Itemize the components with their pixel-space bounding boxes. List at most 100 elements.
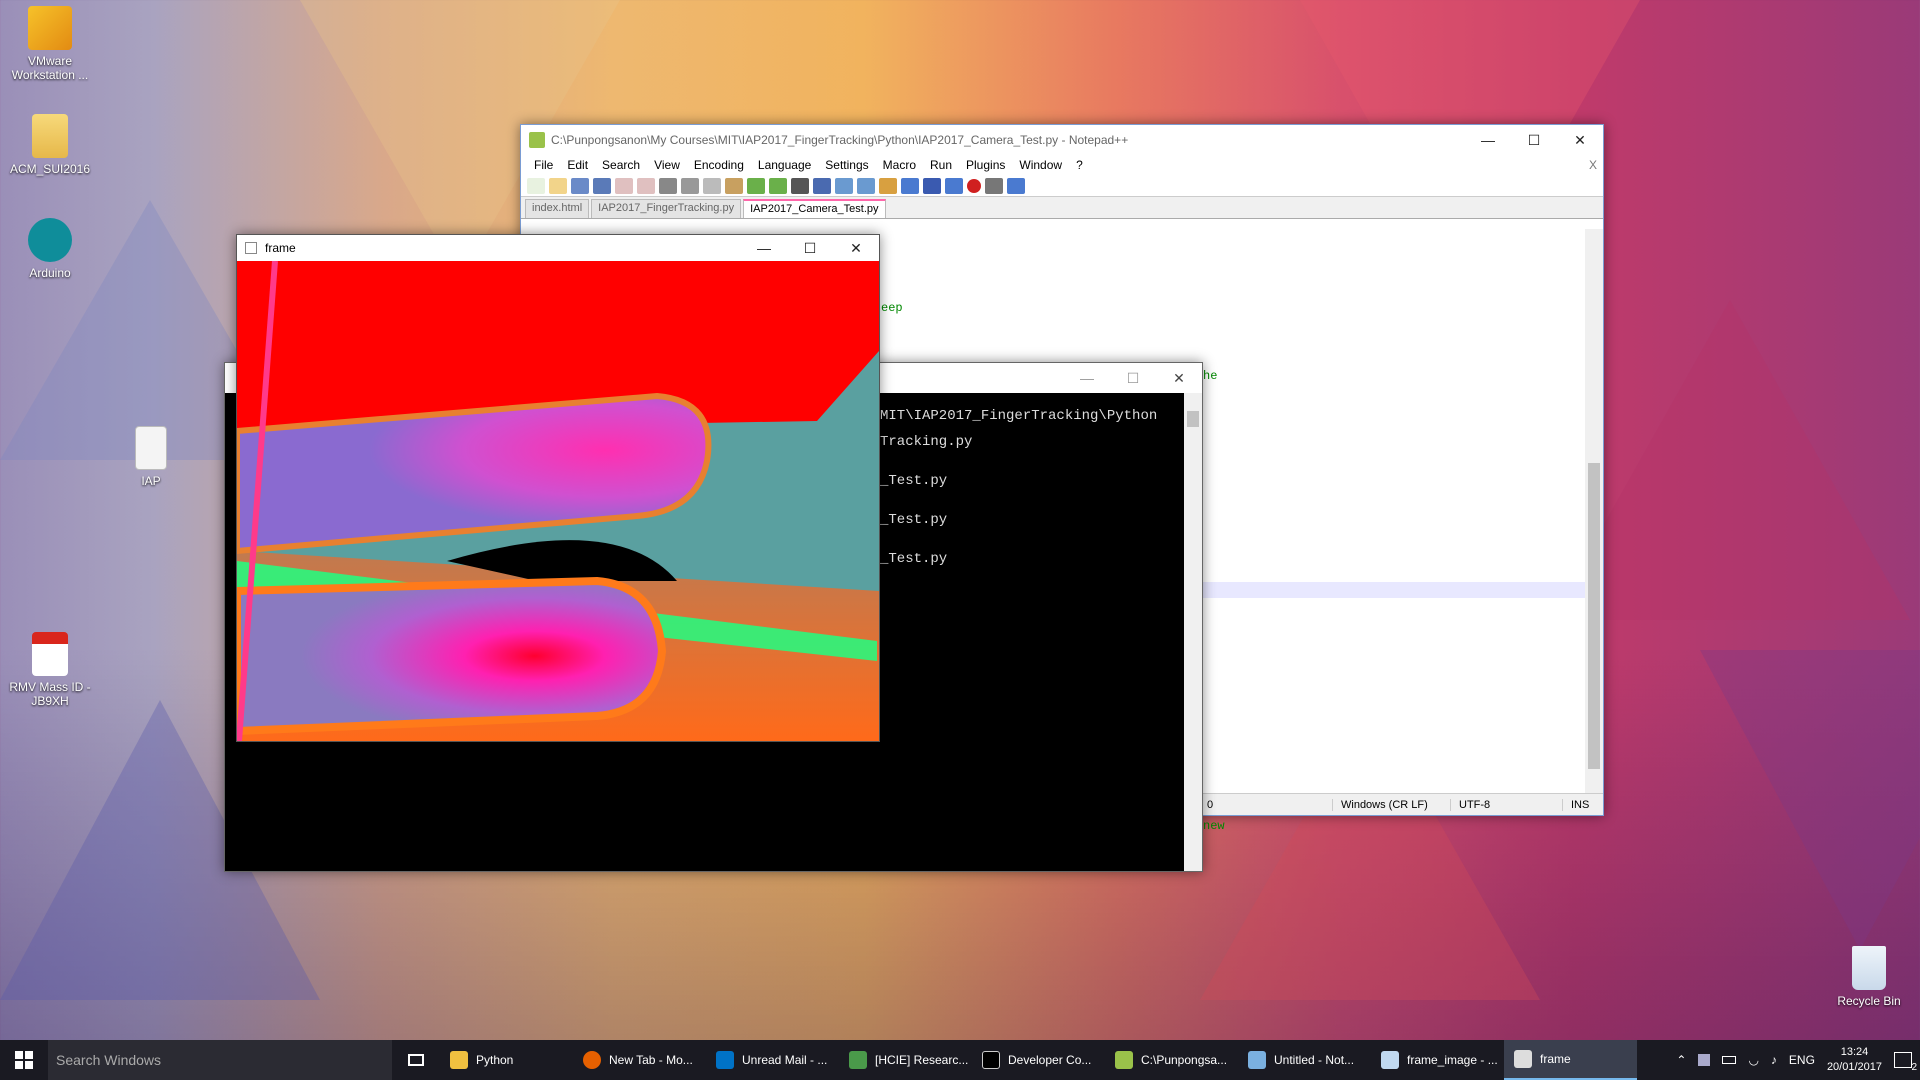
scrollbar-thumb[interactable] [1187, 411, 1199, 427]
input-language[interactable]: ENG [1789, 1053, 1815, 1067]
desktop-icon-pdf[interactable]: RMV Mass ID - JB9XH [5, 632, 95, 708]
menu-settings[interactable]: Settings [818, 158, 875, 172]
desktop-icon-iap[interactable]: IAP [106, 426, 196, 488]
taskbar-item-hcie[interactable]: [HCIE] Researc... [839, 1040, 972, 1080]
maximize-button[interactable]: ☐ [787, 235, 833, 261]
taskbar-item-firefox[interactable]: New Tab - Mo... [573, 1040, 706, 1080]
desktop-icon-arduino[interactable]: Arduino [5, 218, 95, 280]
find-icon[interactable] [791, 177, 809, 194]
copy-icon[interactable] [703, 177, 721, 194]
taskbar-item-paint[interactable]: frame_image - ... [1371, 1040, 1504, 1080]
menu-view[interactable]: View [647, 158, 687, 172]
minimize-button[interactable]: — [1465, 125, 1511, 155]
save-icon[interactable] [571, 177, 589, 194]
stop-macro-icon[interactable] [985, 177, 1003, 194]
taskbar-item-label: Python [476, 1053, 514, 1067]
chevron-up-icon[interactable]: ⌃ [1676, 1053, 1686, 1067]
menu-help[interactable]: ? [1069, 158, 1090, 172]
taskbar-item-label: Unread Mail - ... [742, 1053, 828, 1067]
minimize-button[interactable]: — [1064, 363, 1110, 393]
record-macro-icon[interactable] [967, 178, 981, 193]
taskbar: Search Windows Python New Tab - Mo... Un… [0, 1040, 1920, 1080]
menu-edit[interactable]: Edit [560, 158, 595, 172]
undo-icon[interactable] [747, 177, 765, 194]
taskbar-item-developer-console[interactable]: Developer Co... [972, 1040, 1105, 1080]
tab-index-html[interactable]: index.html [525, 199, 590, 218]
action-center-icon[interactable]: 2 [1894, 1052, 1917, 1073]
close-all-icon[interactable] [637, 177, 655, 194]
console-line: Tracking.py [880, 434, 973, 450]
save-all-icon[interactable] [593, 177, 611, 194]
system-tray: ⌃ ◡ ♪ ENG 13:24 20/01/2017 2 [1676, 1045, 1920, 1075]
open-file-icon[interactable] [549, 177, 567, 194]
maximize-button[interactable]: ☐ [1110, 363, 1156, 393]
battery-icon[interactable] [1722, 1056, 1737, 1064]
menu-run[interactable]: Run [923, 158, 959, 172]
desktop-icon-acm[interactable]: ACM_SUI2016 [5, 114, 95, 176]
toolbar [521, 175, 1603, 197]
frame-window[interactable]: frame — ☐ ✕ [236, 234, 880, 742]
print-icon[interactable] [659, 177, 677, 194]
folder-icon [32, 114, 68, 158]
close-button[interactable]: ✕ [833, 235, 879, 261]
play-macro-icon[interactable] [1007, 177, 1025, 194]
menu-search[interactable]: Search [595, 158, 647, 172]
taskbar-item-notepad[interactable]: Untitled - Not... [1238, 1040, 1371, 1080]
word-wrap-icon[interactable] [901, 177, 919, 194]
console-scrollbar[interactable] [1184, 393, 1202, 871]
close-button[interactable]: ✕ [1557, 125, 1603, 155]
wifi-icon[interactable]: ◡ [1748, 1053, 1758, 1067]
close-button[interactable]: ✕ [1156, 363, 1202, 393]
redo-icon[interactable] [769, 177, 787, 194]
dropbox-icon[interactable] [1698, 1054, 1711, 1066]
window-title: C:\Punpongsanon\My Courses\MIT\IAP2017_F… [551, 133, 1129, 147]
desktop-icon-vmware[interactable]: VMware Workstation ... [5, 6, 95, 82]
close-icon[interactable] [615, 177, 633, 194]
taskbar-item-outlook[interactable]: Unread Mail - ... [706, 1040, 839, 1080]
tab-camera-test[interactable]: IAP2017_Camera_Test.py [743, 199, 886, 218]
close-document-button[interactable]: X [1582, 158, 1603, 172]
new-file-icon[interactable] [527, 177, 545, 194]
cut-icon[interactable] [681, 177, 699, 194]
indent-guide-icon[interactable] [945, 177, 963, 194]
taskbar-item-python[interactable]: Python [440, 1040, 573, 1080]
scrollbar-thumb[interactable] [1588, 463, 1600, 769]
menu-plugins[interactable]: Plugins [959, 158, 1012, 172]
taskbar-item-label: C:\Punpongsa... [1141, 1053, 1228, 1067]
menu-bar: File Edit Search View Encoding Language … [521, 155, 1603, 175]
volume-icon[interactable]: ♪ [1771, 1053, 1777, 1067]
frame-titlebar[interactable]: frame — ☐ ✕ [237, 235, 879, 261]
taskbar-item-label: frame [1540, 1052, 1571, 1066]
minimize-button[interactable]: — [741, 235, 787, 261]
tab-fingertracking[interactable]: IAP2017_FingerTracking.py [591, 199, 742, 218]
taskbar-item-frame[interactable]: frame [1504, 1040, 1637, 1080]
zoom-out-icon[interactable] [857, 177, 875, 194]
menu-macro[interactable]: Macro [876, 158, 923, 172]
clock[interactable]: 13:24 20/01/2017 [1827, 1045, 1882, 1075]
tab-bar: index.html IAP2017_FingerTracking.py IAP… [521, 197, 1603, 219]
sync-scroll-icon[interactable] [879, 177, 897, 194]
replace-icon[interactable] [813, 177, 831, 194]
firefox-icon [583, 1051, 601, 1069]
menu-file[interactable]: File [527, 158, 560, 172]
code-fragment: he [1203, 369, 1218, 383]
taskbar-item-notepadpp[interactable]: C:\Punpongsa... [1105, 1040, 1238, 1080]
outlook-icon [716, 1051, 734, 1069]
menu-language[interactable]: Language [751, 158, 818, 172]
task-view-button[interactable] [392, 1040, 440, 1080]
search-box[interactable]: Search Windows [48, 1040, 392, 1080]
start-button[interactable] [0, 1040, 48, 1080]
vertical-scrollbar[interactable] [1585, 229, 1603, 793]
zoom-in-icon[interactable] [835, 177, 853, 194]
desktop-icon-label: VMware Workstation ... [11, 54, 89, 82]
menu-window[interactable]: Window [1012, 158, 1069, 172]
show-all-chars-icon[interactable] [923, 177, 941, 194]
notepad-titlebar[interactable]: C:\Punpongsanon\My Courses\MIT\IAP2017_F… [521, 125, 1603, 155]
paste-icon[interactable] [725, 177, 743, 194]
search-input[interactable]: Search Windows [56, 1052, 161, 1068]
document-icon [135, 426, 167, 470]
maximize-button[interactable]: ☐ [1511, 125, 1557, 155]
desktop-icon-recycle-bin[interactable]: Recycle Bin [1824, 946, 1914, 1008]
clock-time: 13:24 [1840, 1046, 1869, 1058]
menu-encoding[interactable]: Encoding [687, 158, 751, 172]
